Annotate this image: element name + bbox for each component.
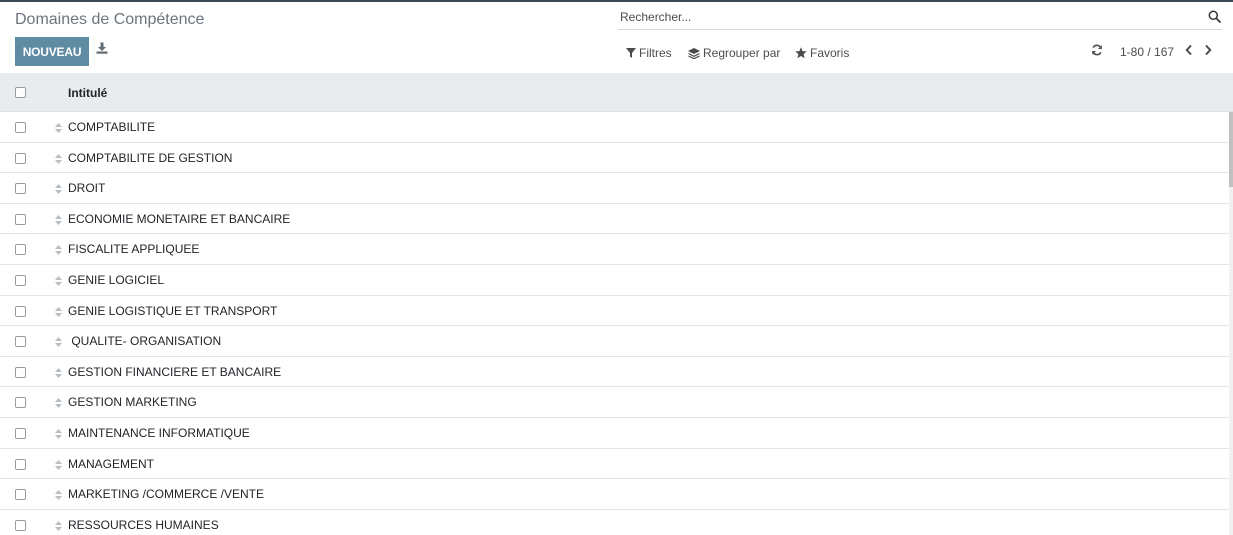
table-header: Intitulé: [0, 73, 1233, 112]
row-checkbox[interactable]: [15, 183, 26, 195]
table-body: COMPTABILITE COMPTABILITE DE GESTION DROIT…: [0, 112, 1229, 535]
row-checkbox[interactable]: [15, 458, 26, 470]
row-checkbox[interactable]: [15, 427, 26, 439]
row-label: COMPTABILITE DE GESTION: [68, 150, 233, 165]
filter-icon: [626, 48, 636, 58]
pager-value[interactable]: 1-80 / 167: [1120, 45, 1174, 59]
drag-handle-icon[interactable]: [55, 397, 62, 409]
row-label: GENIE LOGICIEL: [68, 272, 165, 287]
row-checkbox[interactable]: [15, 519, 26, 531]
filters-label: Filtres: [639, 46, 672, 60]
row-checkbox[interactable]: [15, 213, 26, 225]
list-view: Intitulé COMPTABILITE COMPTABILITE DE GES…: [0, 73, 1233, 535]
table-row[interactable]: MANAGEMENT: [0, 449, 1229, 480]
table-row[interactable]: QUALITE- ORGANISATION: [0, 326, 1229, 357]
drag-handle-icon[interactable]: [55, 153, 62, 164]
drag-handle-icon[interactable]: [55, 275, 62, 286]
row-checkbox[interactable]: [15, 305, 26, 317]
row-label: COMPTABILITE: [68, 120, 156, 134]
table-row[interactable]: COMPTABILITE: [0, 112, 1229, 143]
row-label: FISCALITE APPLIQUEE: [68, 242, 200, 257]
table-row[interactable]: RESSOURCES HUMAINES: [0, 510, 1229, 535]
select-all-checkbox[interactable]: [15, 87, 26, 98]
chevron-right-icon[interactable]: [1203, 44, 1215, 58]
row-checkbox[interactable]: [15, 274, 26, 286]
row-checkbox[interactable]: [15, 152, 26, 164]
row-label: GESTION MARKETING: [68, 395, 197, 410]
row-checkbox[interactable]: [15, 244, 26, 256]
drag-handle-icon[interactable]: [55, 214, 62, 225]
table-row[interactable]: COMPTABILITE DE GESTION: [0, 143, 1229, 174]
row-label: ECONOMIE MONETAIRE ET BANCAIRE: [68, 211, 291, 226]
row-label: GESTION FINANCIERE ET BANCAIRE: [68, 364, 282, 379]
filters-button[interactable]: Filtres: [626, 44, 672, 62]
table-row[interactable]: GESTION MARKETING: [0, 387, 1229, 418]
favorites-button[interactable]: Favoris: [795, 44, 849, 62]
row-label: GENIE LOGISTIQUE ET TRANSPORT: [68, 303, 278, 318]
drag-handle-icon[interactable]: [55, 489, 62, 501]
drag-handle-icon[interactable]: [55, 244, 62, 256]
row-label: MANAGEMENT: [68, 456, 155, 471]
table-row[interactable]: MARKETING /COMMERCE /VENTE: [0, 479, 1229, 510]
search-input[interactable]: [618, 7, 1202, 27]
drag-handle-icon[interactable]: [55, 459, 62, 470]
drag-handle-icon[interactable]: [55, 183, 62, 195]
groupby-button[interactable]: Regrouper par: [688, 44, 780, 62]
drag-handle-icon[interactable]: [55, 520, 62, 531]
row-checkbox[interactable]: [15, 336, 26, 348]
groupby-label: Regrouper par: [703, 46, 781, 60]
row-checkbox[interactable]: [15, 122, 26, 133]
drag-handle-icon[interactable]: [55, 306, 62, 317]
table-row[interactable]: DROIT: [0, 173, 1229, 204]
layers-icon: [688, 47, 700, 59]
control-panel: Domaines de Compétence NOUVEAU Filtres: [0, 2, 1233, 73]
row-label: MARKETING /COMMERCE /VENTE: [68, 487, 265, 502]
drag-handle-icon[interactable]: [55, 122, 62, 133]
scrollbar-thumb[interactable]: [1229, 112, 1233, 187]
refresh-icon[interactable]: [1091, 44, 1104, 57]
row-label: DROIT: [68, 181, 106, 196]
table-row[interactable]: ECONOMIE MONETAIRE ET BANCAIRE: [0, 204, 1229, 235]
table-row[interactable]: FISCALITE APPLIQUEE: [0, 234, 1229, 265]
table-row[interactable]: GENIE LOGICIEL: [0, 265, 1229, 296]
table-row[interactable]: MAINTENANCE INFORMATIQUE: [0, 418, 1229, 449]
page-title: Domaines de Compétence: [15, 11, 205, 28]
download-icon[interactable]: [96, 42, 110, 56]
new-button[interactable]: NOUVEAU: [15, 37, 89, 66]
star-icon: [795, 47, 807, 59]
row-label: MAINTENANCE INFORMATIQUE: [68, 425, 250, 440]
drag-handle-icon[interactable]: [55, 428, 62, 439]
search-icon[interactable]: [1208, 10, 1222, 24]
column-header-intitule[interactable]: Intitulé: [68, 86, 107, 100]
row-checkbox[interactable]: [15, 366, 26, 378]
drag-handle-icon[interactable]: [55, 336, 62, 348]
row-label: RESSOURCES HUMAINES: [68, 517, 219, 532]
row-checkbox[interactable]: [15, 489, 26, 501]
search-bar: [618, 7, 1222, 30]
drag-handle-icon[interactable]: [55, 367, 62, 378]
table-row[interactable]: GESTION FINANCIERE ET BANCAIRE: [0, 357, 1229, 388]
favorites-label: Favoris: [810, 46, 850, 60]
row-label: QUALITE- ORGANISATION: [68, 334, 222, 349]
table-row[interactable]: GENIE LOGISTIQUE ET TRANSPORT: [0, 296, 1229, 327]
row-checkbox[interactable]: [15, 397, 26, 409]
chevron-left-icon[interactable]: [1184, 44, 1196, 58]
